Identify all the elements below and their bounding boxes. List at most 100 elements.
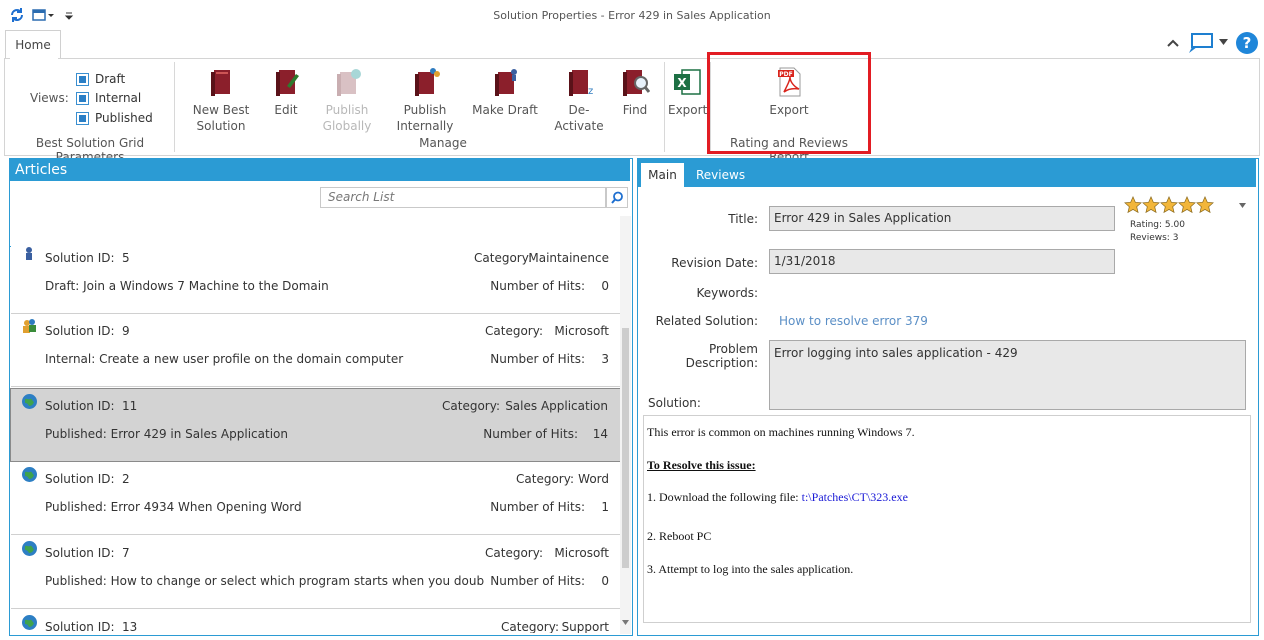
related-solution-label: Related Solution: — [655, 314, 758, 328]
edit-button[interactable]: Edit — [262, 62, 310, 118]
hits-label: Number of Hits: — [490, 500, 585, 514]
problem-description-field[interactable]: Error logging into sales application - 4… — [769, 340, 1246, 410]
star-icon — [1178, 195, 1196, 214]
rating-stars[interactable] — [1124, 195, 1214, 217]
rating-dropdown-icon[interactable] — [1239, 203, 1246, 208]
globe-icon — [22, 467, 37, 482]
view-draft-label: Draft — [95, 72, 126, 86]
hits-value: 3 — [601, 352, 609, 366]
checkbox-box[interactable] — [76, 112, 89, 125]
publish-globally-line1: Publish — [325, 103, 369, 117]
book-globe-icon — [337, 69, 361, 96]
hits-value: 0 — [601, 279, 609, 293]
solution-id: 7 — [122, 546, 130, 560]
solution-id-label: Solution ID: — [45, 546, 115, 560]
find-button[interactable]: Find — [616, 62, 654, 118]
revision-date-label: Revision Date: — [671, 256, 758, 270]
category-label: Category: — [442, 399, 500, 413]
make-draft-label: Make Draft — [472, 103, 538, 117]
export-excel-button[interactable]: X Export — [668, 62, 708, 118]
collapse-ribbon-icon[interactable] — [1167, 38, 1179, 48]
publish-internally-button[interactable]: Publish Internally — [392, 62, 458, 134]
solution-id: 11 — [122, 399, 138, 413]
article-title: Internal: Create a new user profile on t… — [45, 352, 404, 366]
globe-icon — [22, 541, 37, 556]
view-internal-checkbox[interactable]: Internal — [76, 91, 141, 105]
book-search-icon — [623, 70, 650, 96]
book-draft-icon — [495, 69, 517, 96]
view-published-checkbox[interactable]: Published — [76, 111, 153, 125]
checkbox-box[interactable] — [76, 73, 89, 86]
search-button[interactable] — [606, 187, 628, 208]
book-deactivate-icon: z — [569, 70, 593, 97]
group-label-manage: Manage — [419, 136, 467, 150]
deactivate-button[interactable]: z De-Activate — [546, 62, 612, 134]
list-item[interactable]: Solution ID: 7 Category: Microsoft Publi… — [11, 536, 620, 609]
tab-connector — [10, 56, 58, 59]
new-best-solution-button[interactable]: New Best Solution — [190, 62, 252, 134]
window-title: Solution Properties - Error 429 in Sales… — [493, 9, 771, 22]
new-best-solution-line2: Solution — [196, 119, 246, 133]
article-title: Draft: Join a Windows 7 Machine to the D… — [45, 279, 329, 293]
list-item[interactable]: Solution ID: 5 Category: Maintainence Dr… — [11, 244, 620, 314]
solution-step: 3. Attempt to log into the sales applica… — [647, 562, 854, 576]
articles-header: Articles — [10, 159, 630, 181]
tab-home[interactable]: Home — [5, 30, 61, 59]
ribbon-separator — [174, 62, 175, 152]
category-value: Microsoft — [554, 324, 609, 338]
list-item[interactable]: Solution ID: 13 Category: Support — [11, 610, 620, 633]
scrollbar-thumb[interactable] — [622, 328, 629, 568]
hits-label: Number of Hits: — [490, 574, 585, 588]
book-new-icon — [211, 70, 230, 96]
hits-label: Number of Hits: — [490, 279, 585, 293]
category-label: Category: — [516, 472, 574, 486]
star-icon — [1142, 195, 1160, 214]
dropdown-arrow-icon[interactable] — [1219, 39, 1228, 45]
category-label: Category: — [485, 324, 543, 338]
solution-step: 2. Reboot PC — [647, 529, 712, 543]
solution-id: 13 — [122, 620, 138, 633]
publish-globally-button[interactable]: Publish Globally — [316, 62, 378, 134]
solution-id-label: Solution ID: — [45, 399, 115, 413]
related-solution-link[interactable]: How to resolve error 379 — [779, 314, 928, 328]
solution-id-label: Solution ID: — [45, 472, 115, 486]
export-excel-label: Export — [668, 103, 708, 117]
solution-id-label: Solution ID: — [45, 251, 115, 265]
revision-date-field[interactable]: 1/31/2018 — [769, 249, 1115, 274]
hits-value: 1 — [601, 500, 609, 514]
highlight-box — [707, 52, 871, 154]
solution-heading: To Resolve this issue: — [647, 458, 756, 472]
view-draft-checkbox[interactable]: Draft — [76, 72, 125, 86]
list-item-selected[interactable]: Solution ID: 11 Category: Sales Applicat… — [10, 388, 621, 462]
solution-label: Solution: — [648, 396, 701, 410]
patch-file-link[interactable]: t:\Patches\CT\323.exe — [802, 490, 908, 504]
excel-icon: X — [674, 69, 701, 95]
tab-main[interactable]: Main — [641, 163, 684, 187]
title-field[interactable]: Error 429 in Sales Application — [769, 206, 1115, 231]
star-icon — [1160, 195, 1178, 214]
internal-users-icon — [23, 319, 36, 333]
globe-icon — [22, 615, 37, 630]
list-item[interactable]: Solution ID: 2 Category: Word Published:… — [11, 462, 620, 535]
solution-step-text: 1. Download the following file: — [647, 490, 802, 504]
solution-id: 9 — [122, 324, 130, 338]
help-icon[interactable]: ? — [1235, 31, 1259, 55]
tab-reviews[interactable]: Reviews — [696, 163, 745, 187]
hits-label: Number of Hits: — [483, 427, 578, 441]
category-label: Category: — [501, 620, 559, 633]
article-title: Published: Error 429 in Sales Applicatio… — [45, 427, 288, 441]
hits-value: 14 — [592, 427, 608, 441]
category-value: Support — [561, 620, 609, 633]
checkbox-box[interactable] — [76, 92, 89, 105]
new-best-solution-line1: New Best — [192, 103, 250, 117]
solution-editor[interactable]: This error is common on machines running… — [643, 415, 1251, 623]
search-input[interactable]: Search List — [320, 187, 606, 208]
category-label: Category: — [474, 251, 532, 265]
feedback-icon[interactable] — [1188, 31, 1214, 55]
book-edit-icon — [276, 70, 299, 96]
solution-line: This error is common on machines running… — [647, 425, 915, 439]
make-draft-button[interactable]: Make Draft — [472, 62, 538, 118]
list-item[interactable]: Solution ID: 9 Category: Microsoft Inter… — [11, 314, 620, 387]
scroll-down-icon[interactable] — [622, 620, 629, 626]
find-label: Find — [622, 103, 648, 117]
